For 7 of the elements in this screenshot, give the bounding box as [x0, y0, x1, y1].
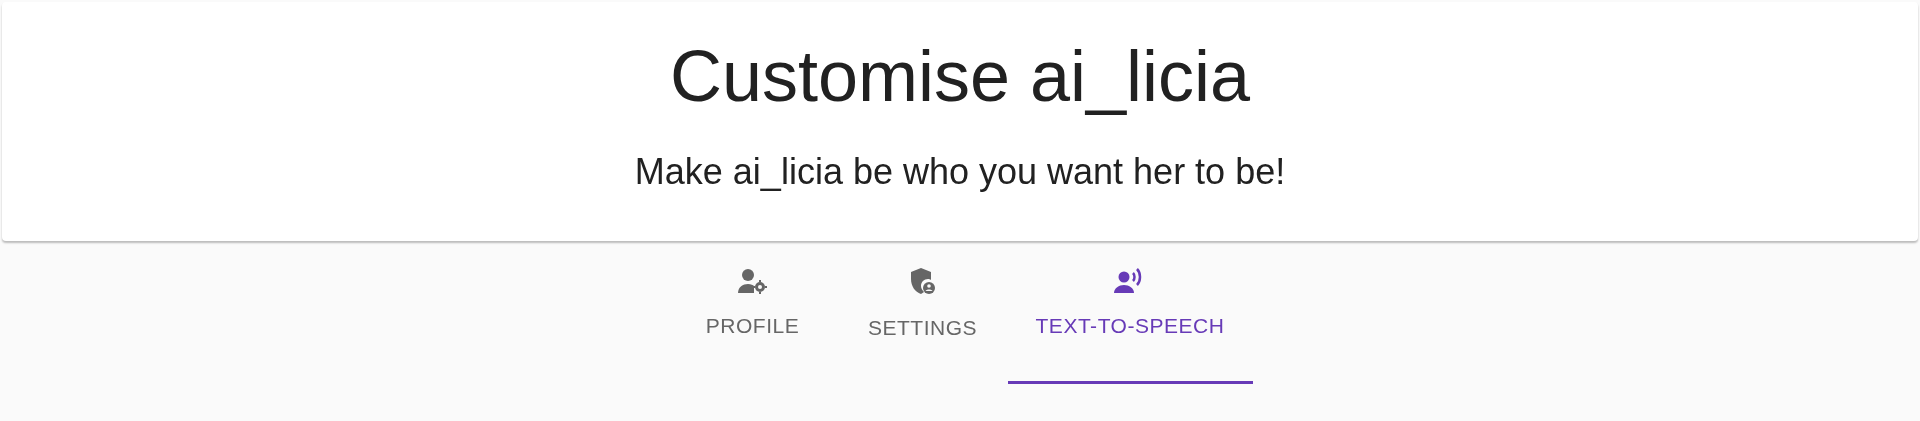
page-subtitle: Make ai_licia be who you want her to be! — [634, 150, 1286, 194]
page-title: Customise ai_licia — [669, 35, 1251, 118]
tab[interactable]: SETTINGS — [837, 264, 1008, 384]
user-gear-icon — [737, 268, 768, 294]
tab[interactable]: PROFILE — [667, 264, 838, 384]
shield-user-icon — [909, 268, 936, 296]
tab[interactable]: TEXT-TO-SPEECH — [1007, 264, 1253, 384]
